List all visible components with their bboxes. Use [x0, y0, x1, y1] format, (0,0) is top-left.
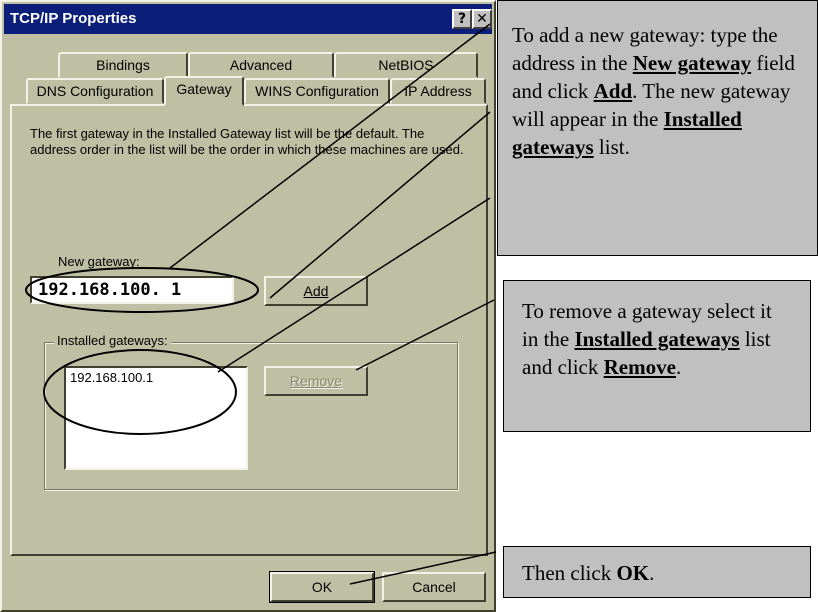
tab-label: Advanced [229, 57, 293, 73]
new-gateway-label: New gateway: [58, 254, 140, 269]
callout-remove-gateway: To remove a gateway select it in the Ins… [503, 280, 811, 432]
dialog-title: TCP/IP Properties [10, 10, 137, 27]
add-button-label: Add [303, 283, 329, 299]
callout-bold: Installed gateways [574, 327, 740, 351]
add-button[interactable]: Add [264, 276, 368, 306]
callout-bold: Remove [603, 355, 676, 379]
title-bar[interactable]: TCP/IP Properties ? ✕ [4, 4, 492, 34]
callout-click-ok: Then click OK. [503, 546, 811, 598]
new-gateway-input[interactable]: 192.168.100. 1 [30, 276, 234, 304]
callout-text: Then click [522, 561, 612, 585]
help-icon: ? [457, 11, 467, 27]
help-button[interactable]: ? [452, 9, 472, 29]
tab-gateway[interactable]: Gateway [164, 76, 244, 106]
callout-text: . [649, 561, 655, 585]
tab-advanced[interactable]: Advanced [188, 52, 334, 78]
tab-bindings[interactable]: Bindings [58, 52, 188, 78]
remove-button[interactable]: Remove [264, 366, 368, 396]
ok-button-label: OK [311, 579, 333, 595]
close-icon: ✕ [476, 11, 488, 27]
callout-bold: OK [616, 561, 650, 585]
installed-gateways-list[interactable]: 192.168.100.1 [64, 366, 248, 470]
remove-button-label: Remove [289, 373, 343, 389]
tab-label: Gateway [176, 81, 232, 97]
tab-dns-configuration[interactable]: DNS Configuration [26, 78, 164, 104]
tab-netbios[interactable]: NetBIOS [334, 52, 478, 78]
cancel-button-label: Cancel [412, 579, 456, 595]
ok-button[interactable]: OK [269, 571, 375, 603]
tab-label: IP Address [404, 83, 472, 99]
close-button[interactable]: ✕ [472, 9, 492, 29]
list-item[interactable]: 192.168.100.1 [66, 368, 246, 387]
callout-bold: Add [593, 79, 633, 103]
installed-gateways-label: Installed gateways: [54, 333, 171, 348]
callout-bold: New gateway [632, 51, 752, 75]
cancel-button[interactable]: Cancel [382, 572, 486, 602]
callout-text: . [675, 355, 682, 379]
callout-add-gateway: To add a new gateway: type the address i… [497, 0, 818, 256]
tab-ip-address[interactable]: IP Address [390, 78, 486, 104]
tab-label: DNS Configuration [36, 83, 154, 99]
tab-wins-configuration[interactable]: WINS Configuration [244, 78, 390, 104]
tab-label: WINS Configuration [255, 83, 379, 99]
callout-text: list. [598, 135, 630, 159]
tab-label: Bindings [96, 57, 150, 73]
tab-label: NetBIOS [378, 57, 434, 73]
gateway-description: The first gateway in the Installed Gatew… [30, 126, 464, 157]
